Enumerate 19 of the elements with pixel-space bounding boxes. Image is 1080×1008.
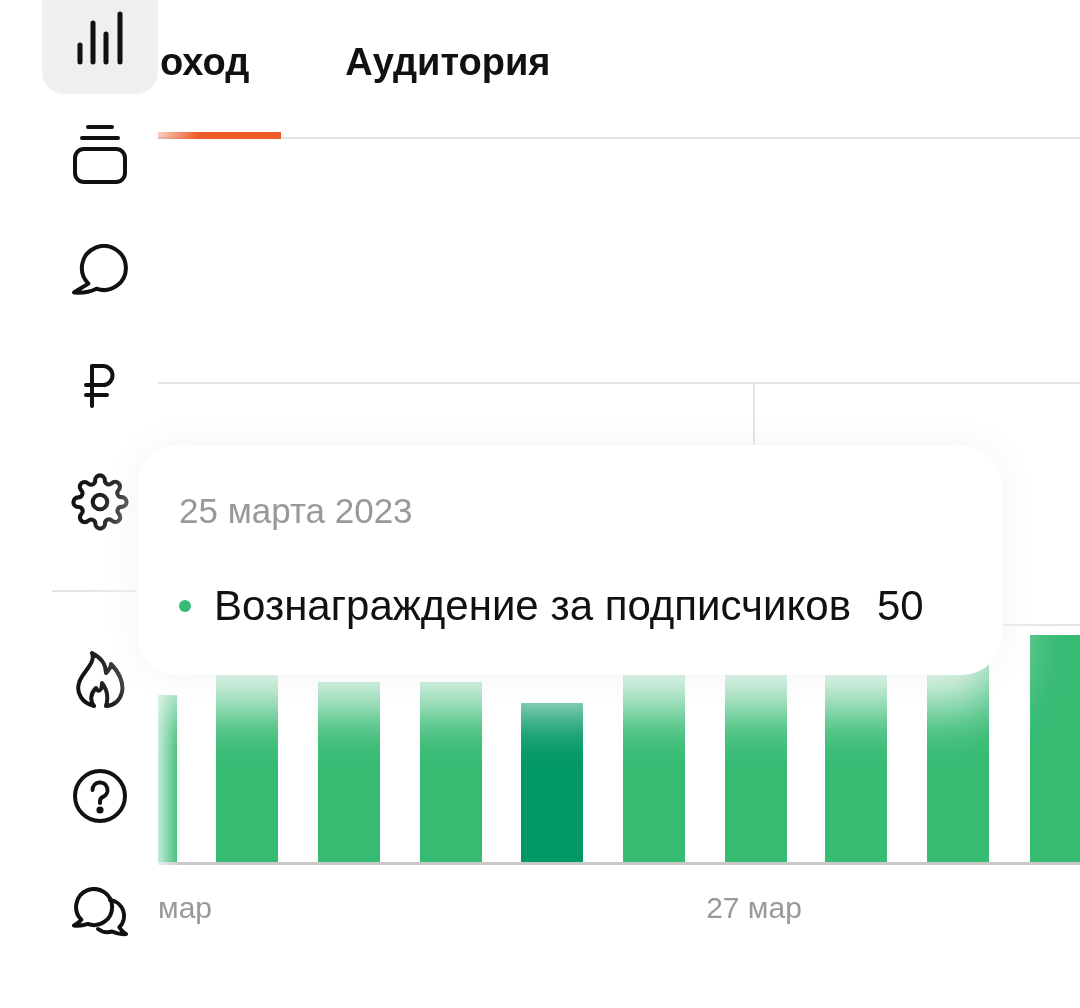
ruble-icon	[84, 364, 116, 408]
chart-bar[interactable]	[825, 672, 887, 863]
stacked-cards-icon	[73, 124, 127, 184]
axis-label: мар	[158, 891, 212, 924]
sidebar-item[interactable]	[42, 0, 158, 94]
axis-label: 27 мар	[706, 891, 802, 924]
chat-bubbles-icon	[71, 887, 129, 937]
tab[interactable]: Аудитория	[343, 0, 583, 139]
flame-icon	[75, 651, 125, 709]
chart-bar[interactable]	[420, 682, 482, 863]
tooltip-date: 25 марта 2023	[179, 490, 413, 532]
chat-bubble-icon	[71, 244, 129, 296]
series-value: 50	[876, 581, 924, 631]
bar-chart-icon	[76, 11, 124, 65]
series-name: Вознаграждение за подписчиков	[214, 581, 851, 631]
chart-bar[interactable]	[521, 703, 583, 863]
help-icon	[72, 768, 128, 824]
settings-icon	[71, 473, 129, 531]
chart-bar[interactable]	[318, 682, 380, 863]
